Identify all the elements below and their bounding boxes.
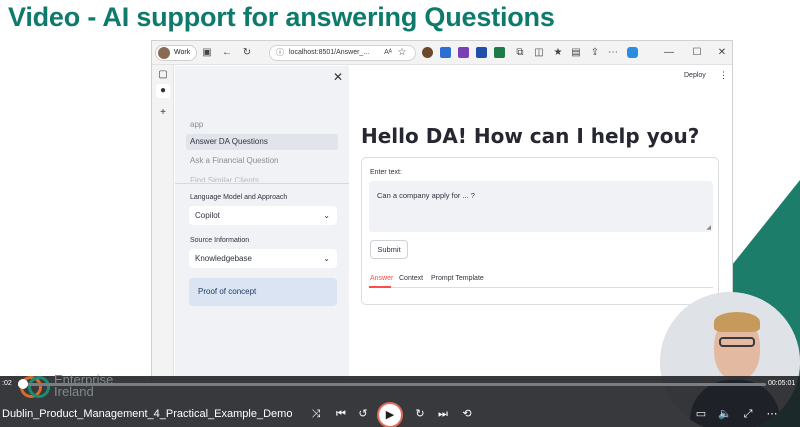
video-title: Dublin_Product_Management_4_Practical_Ex… xyxy=(2,408,293,420)
input-label: Enter text: xyxy=(370,169,402,176)
total-time: 00:05:01 xyxy=(768,380,796,387)
main-menu-icon[interactable]: ⋮ xyxy=(719,70,728,81)
favorites-icon[interactable]: ★ xyxy=(551,46,565,60)
current-time: :02 xyxy=(2,380,12,387)
seek-bar[interactable] xyxy=(18,379,766,389)
nav-item-answer-da-questions[interactable]: Answer DA Questions xyxy=(186,134,338,150)
logo-ring-green xyxy=(28,376,50,398)
extension-onenote-icon[interactable] xyxy=(458,47,469,58)
info-icon[interactable]: ⓘ xyxy=(276,47,284,58)
resize-handle-icon[interactable]: ◢ xyxy=(706,224,711,231)
shuffle-icon[interactable]: ⤨ xyxy=(308,406,324,422)
enterprise-ireland-logo: Enterprise Ireland xyxy=(20,373,150,404)
share-icon[interactable]: ⇪ xyxy=(588,46,602,60)
new-tab-icon[interactable]: + xyxy=(156,106,170,120)
tab-streamlit-icon[interactable]: ● xyxy=(156,84,170,98)
chevron-down-icon: ⌄ xyxy=(323,254,330,263)
vertical-tabs: ▢ ● + xyxy=(152,65,174,379)
active-tab-indicator xyxy=(369,286,391,288)
address-text: localhost:8501/Answer_... xyxy=(289,49,370,56)
question-input[interactable]: Can a company apply for ... ? ◢ xyxy=(369,181,713,232)
avatar xyxy=(158,47,170,59)
page-title: Hello DA! How can I help you? xyxy=(361,124,700,148)
previous-icon[interactable]: ⏮ xyxy=(333,406,349,422)
deploy-button[interactable]: Deploy xyxy=(684,72,706,79)
extension-cookie-icon[interactable] xyxy=(422,47,433,58)
refresh-icon[interactable]: ↻ xyxy=(240,46,254,60)
extensions-icon[interactable]: ⧉ xyxy=(513,46,527,60)
collections-icon[interactable]: ▤ xyxy=(569,46,583,60)
next-icon[interactable]: ⏭ xyxy=(435,406,451,422)
browser-toolbar: Work ▣ ← ↻ ⓘ localhost:8501/Answer_... A… xyxy=(152,41,732,65)
source-select-value: Knowledgebase xyxy=(195,254,252,263)
source-select[interactable]: Knowledgebase ⌄ xyxy=(189,249,337,268)
question-input-value: Can a company apply for ... ? xyxy=(377,191,475,200)
more-options-icon[interactable]: ⋯ xyxy=(764,406,780,422)
question-form: Enter text: Can a company apply for ... … xyxy=(361,157,719,305)
fullscreen-icon[interactable]: ⤢ xyxy=(740,406,756,422)
tab-prompt-template[interactable]: Prompt Template xyxy=(431,275,484,282)
favorite-star-icon[interactable]: ☆ xyxy=(395,46,409,60)
workspaces-icon[interactable]: ▣ xyxy=(200,46,214,60)
close-icon[interactable]: ✕ xyxy=(333,70,343,84)
read-aloud-icon[interactable]: Aᴬ xyxy=(381,46,395,60)
extension-outlook-icon[interactable] xyxy=(440,47,451,58)
tab-divider xyxy=(369,287,713,288)
repeat-off-icon[interactable]: ⟲ xyxy=(459,406,475,422)
submit-button[interactable]: Submit xyxy=(370,240,408,259)
streamlit-sidebar: ✕ app Answer DA Questions Ask a Financia… xyxy=(175,66,349,379)
copilot-icon[interactable] xyxy=(627,47,638,58)
browser-window: Work ▣ ← ↻ ⓘ localhost:8501/Answer_... A… xyxy=(151,40,733,380)
minimize-icon[interactable]: — xyxy=(662,46,676,60)
nav-app-label[interactable]: app xyxy=(190,120,203,129)
forward-icon[interactable]: ↻ xyxy=(412,406,428,422)
webcam-glasses xyxy=(719,337,755,347)
back-icon[interactable]: ← xyxy=(220,46,234,60)
miniplayer-icon[interactable]: ▭ xyxy=(693,406,709,422)
screen: Video - AI support for answering Questio… xyxy=(0,0,800,427)
info-box: Proof of concept xyxy=(189,278,337,306)
nav-item-find-similar-clients[interactable]: Find Similar Clients xyxy=(190,176,259,182)
source-select-label: Source Information xyxy=(190,237,250,244)
model-select-label: Language Model and Approach xyxy=(190,194,288,201)
tab-context[interactable]: Context xyxy=(399,275,423,282)
volume-icon[interactable]: 🔈 xyxy=(717,406,733,422)
split-screen-icon[interactable]: ◫ xyxy=(532,46,546,60)
more-tools-icon[interactable]: ⋯ xyxy=(606,46,620,60)
extension-excel-icon[interactable] xyxy=(494,47,505,58)
model-select[interactable]: Copilot ⌄ xyxy=(189,206,337,225)
play-button[interactable]: ▶ xyxy=(377,402,403,427)
model-select-value: Copilot xyxy=(195,211,220,220)
profile-label: Work xyxy=(174,49,191,56)
logo-line-2: Ireland xyxy=(54,384,94,399)
tab-actions-icon[interactable]: ▢ xyxy=(156,68,170,82)
window-close-icon[interactable]: ✕ xyxy=(715,46,729,60)
extension-word-icon[interactable] xyxy=(476,47,487,58)
rewind-icon[interactable]: ↺ xyxy=(355,406,371,422)
chevron-down-icon: ⌄ xyxy=(323,211,330,220)
slide-title: Video - AI support for answering Questio… xyxy=(8,2,555,32)
maximize-icon[interactable]: ☐ xyxy=(690,46,704,60)
sidebar-divider xyxy=(175,183,349,184)
logo-text: Enterprise Ireland xyxy=(54,373,113,399)
profile-button[interactable]: Work xyxy=(155,45,198,61)
webcam-hair xyxy=(714,312,760,332)
nav-item-ask-financial-question[interactable]: Ask a Financial Question xyxy=(186,153,338,169)
tab-answer[interactable]: Answer xyxy=(370,275,393,282)
